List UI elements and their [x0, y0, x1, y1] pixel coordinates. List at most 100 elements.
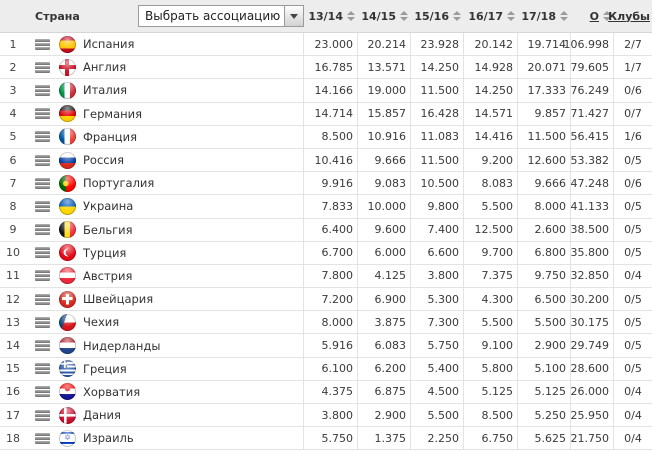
matches-list-icon[interactable]: [34, 247, 50, 259]
sort-arrows-icon[interactable]: [560, 11, 568, 21]
country-link[interactable]: Германия: [58, 103, 303, 125]
rank-cell: 6: [9, 153, 17, 167]
sort-arrows-icon[interactable]: [453, 11, 461, 21]
column-header-clubs[interactable]: Клубы: [608, 0, 652, 32]
season-value: 9.857: [517, 102, 570, 125]
season-value: 3.800: [303, 404, 357, 427]
matches-list-icon[interactable]: [34, 340, 50, 352]
matches-list-icon[interactable]: [34, 84, 50, 96]
country-link[interactable]: Португалия: [58, 172, 303, 194]
country-link[interactable]: Греция: [58, 358, 303, 380]
flag-cz-icon: [59, 313, 76, 331]
country-link[interactable]: Дания: [58, 404, 303, 426]
country-name: Украина: [83, 199, 134, 214]
column-header-season[interactable]: 17/18: [517, 0, 570, 32]
table-row: 4 Германия 14.714 15.857 16.428 14.571 9…: [0, 102, 652, 126]
total-value: 30.175: [570, 311, 613, 334]
matches-list-icon[interactable]: [34, 386, 50, 398]
season-value: 13.571: [357, 56, 410, 79]
season-value: 6.750: [463, 427, 517, 450]
expand-cell: [26, 126, 58, 148]
matches-list-icon[interactable]: [34, 108, 50, 120]
clubs-value: 0/5: [613, 218, 652, 241]
country-link[interactable]: Австрия: [58, 265, 303, 287]
sort-arrows-icon[interactable]: [507, 11, 515, 21]
season-value: 8.500: [463, 404, 517, 427]
column-header-season[interactable]: 15/16: [410, 0, 463, 32]
matches-list-icon[interactable]: [34, 177, 50, 189]
season-value: 20.071: [517, 56, 570, 79]
matches-list-icon[interactable]: [34, 363, 50, 375]
table-body: 1 Испания 23.000 20.214 23.928 20.142 19…: [0, 33, 652, 451]
country-link[interactable]: Италия: [58, 79, 303, 101]
country-link[interactable]: Бельгия: [58, 219, 303, 241]
total-column-label[interactable]: О: [590, 11, 599, 22]
table-row: 11 Австрия 7.800 4.125 3.800 7.375 9.750…: [0, 264, 652, 289]
column-header-season[interactable]: 14/15: [357, 0, 410, 32]
country-link[interactable]: Россия: [58, 149, 303, 171]
season-value: 19.714: [517, 33, 570, 56]
season-value: 1.375: [357, 427, 410, 450]
chevron-down-icon[interactable]: [284, 6, 303, 26]
matches-list-icon[interactable]: [34, 270, 50, 282]
matches-list-icon[interactable]: [34, 131, 50, 143]
country-link[interactable]: Израиль: [58, 427, 303, 449]
country-link[interactable]: Франция: [58, 126, 303, 148]
clubs-value: 0/4: [613, 404, 652, 427]
matches-list-icon[interactable]: [34, 224, 50, 236]
season-value: 9.600: [357, 218, 410, 241]
season-value: 3.875: [357, 311, 410, 334]
table-row: 6 Россия 10.416 9.666 11.500 9.200 12.60…: [0, 148, 652, 173]
matches-list-icon[interactable]: [34, 409, 50, 421]
season-value: 5.500: [410, 404, 463, 427]
rank-cell: 5: [9, 130, 17, 144]
flag-be-icon: [59, 221, 76, 239]
column-header-season[interactable]: 13/14: [303, 0, 357, 32]
sort-arrows-icon[interactable]: [400, 11, 408, 21]
country-link[interactable]: Хорватия: [58, 381, 303, 403]
coefficients-table: Страна Выбрать ассоциацию 13/14 14/15 15…: [0, 0, 652, 451]
country-link[interactable]: Англия: [58, 56, 303, 78]
rank-cell: 2: [9, 60, 17, 74]
matches-list-icon[interactable]: [34, 293, 50, 305]
matches-list-icon[interactable]: [34, 316, 50, 328]
season-value: 15.857: [357, 102, 410, 125]
matches-list-icon[interactable]: [34, 61, 50, 73]
clubs-value: 0/5: [613, 334, 652, 357]
season-value: 6.100: [303, 357, 357, 380]
matches-list-icon[interactable]: [34, 432, 50, 444]
season-value: 6.083: [357, 334, 410, 357]
sort-arrows-icon[interactable]: [347, 11, 355, 21]
country-link[interactable]: Испания: [58, 33, 303, 55]
column-header-season[interactable]: 16/17: [463, 0, 517, 32]
country-link[interactable]: Турция: [58, 242, 303, 264]
expand-cell: [26, 219, 58, 241]
rank-cell: 13: [6, 315, 20, 329]
country-link[interactable]: Чехия: [58, 311, 303, 333]
flag-hr-icon: [59, 383, 76, 401]
season-value: 7.833: [303, 195, 357, 218]
matches-list-icon[interactable]: [34, 154, 50, 166]
country-link[interactable]: Украина: [58, 195, 303, 217]
expand-cell: [26, 334, 58, 356]
season-value: 2.900: [357, 404, 410, 427]
season-value: 9.666: [357, 148, 410, 172]
total-value: 26.000: [570, 380, 613, 403]
season-value: 19.000: [357, 79, 410, 102]
country-link[interactable]: Швейцария: [58, 288, 303, 310]
clubs-column-label[interactable]: Клубы: [608, 11, 650, 22]
season-value: 5.750: [303, 427, 357, 450]
association-select[interactable]: Выбрать ассоциацию: [138, 5, 304, 27]
matches-list-icon[interactable]: [34, 200, 50, 212]
total-value: 21.750: [570, 427, 613, 450]
country-link[interactable]: Нидерланды: [58, 334, 303, 356]
table-row: 16 Хорватия 4.375 6.875 4.500 5.125 5.12…: [0, 380, 652, 404]
total-value: 25.950: [570, 404, 613, 427]
flag-tr-icon: [59, 244, 76, 262]
rank-cell: 17: [6, 408, 20, 422]
season-value: 14.928: [463, 56, 517, 79]
column-header-total[interactable]: О: [570, 0, 613, 32]
matches-list-icon[interactable]: [34, 38, 50, 50]
country-name: Чехия: [83, 315, 120, 330]
season-value: 17.333: [517, 79, 570, 102]
